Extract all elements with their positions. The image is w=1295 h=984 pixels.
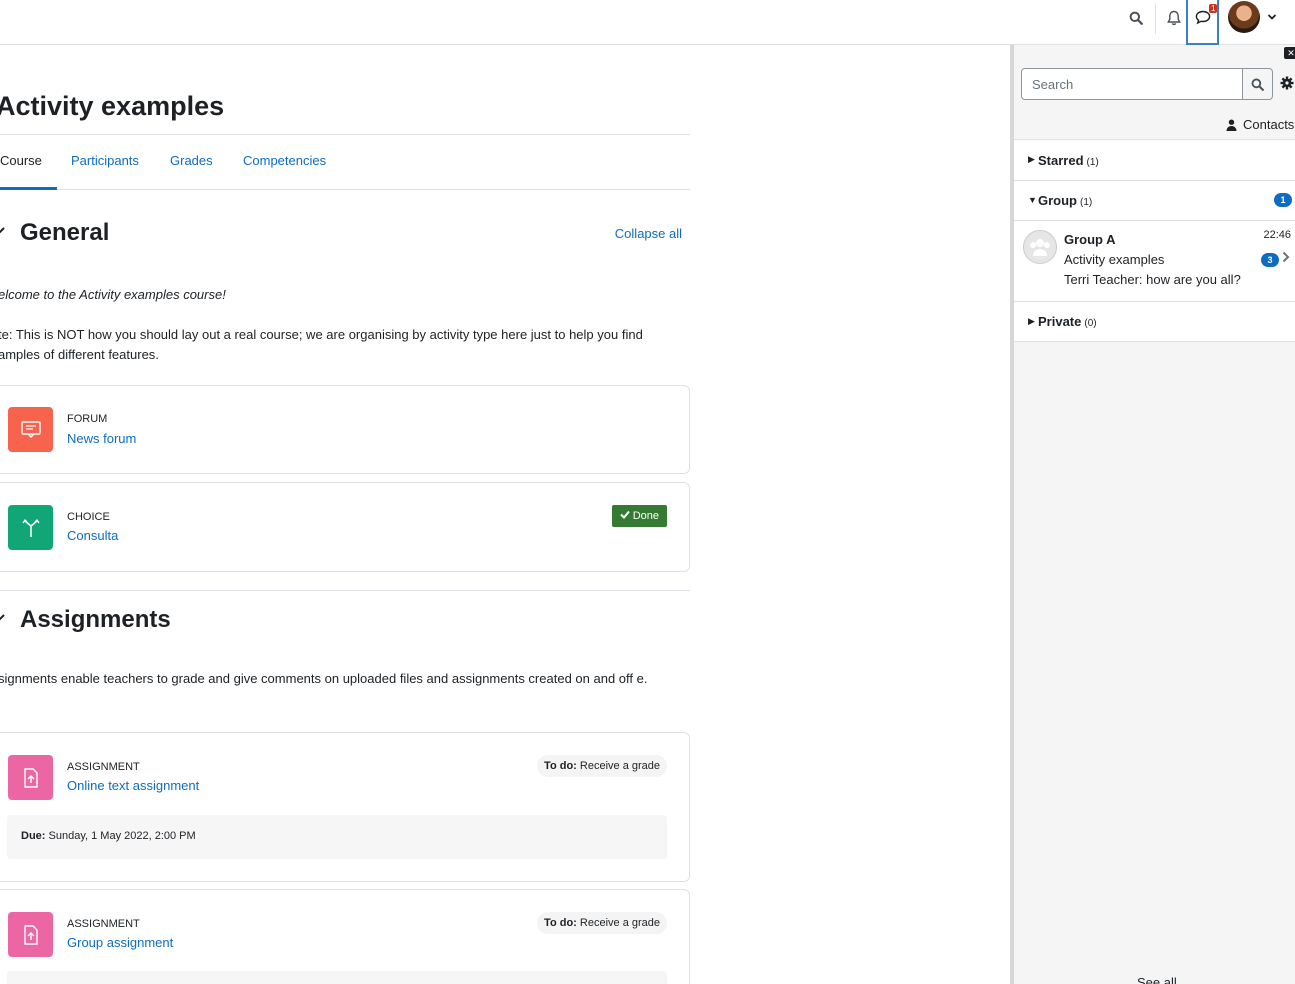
due-date-box: Due: Sunday, 1 May 2022, 2:00 PM	[7, 815, 667, 859]
conversation-unread-badge: 3	[1261, 253, 1279, 267]
course-main-content: Activity examples Course Participants Gr…	[0, 45, 1010, 984]
caret-right-icon: ▶	[1028, 316, 1035, 326]
group-toggle[interactable]: ▼ Group (1) 1	[1014, 180, 1295, 221]
conversation-item[interactable]: Group A 22:46 Activity examples Terri Te…	[1014, 220, 1295, 302]
page-title: Activity examples	[0, 91, 225, 121]
activity-assignment: ASSIGNMENT Group assignment To do: Recei…	[0, 889, 690, 984]
section-description-text: signments enable teachers to grade and g…	[0, 671, 648, 686]
check-icon	[619, 510, 630, 519]
assignment-icon	[8, 912, 53, 957]
see-all-link[interactable]: See all	[1137, 975, 1177, 984]
activity-choice: CHOICE Consulta Done	[0, 482, 690, 572]
activity-type-label: FORUM	[67, 413, 108, 425]
activity-link-online-text-assignment[interactable]: Online text assignment	[67, 778, 199, 793]
due-date-box	[7, 971, 667, 984]
chevron-down-icon	[1267, 14, 1277, 20]
private-toggle[interactable]: ▶ Private (0)	[1014, 301, 1295, 342]
course-tabs: Course Participants Grades Competencies	[0, 134, 690, 190]
section-divider	[0, 590, 690, 591]
close-icon[interactable]: ✕	[1284, 47, 1295, 59]
messages-toggle[interactable]: 1	[1186, 0, 1219, 45]
section-general-header: General Collapse all	[0, 219, 690, 249]
conversation-course: Activity examples	[1064, 252, 1165, 267]
starred-toggle[interactable]: ▶ Starred (1)	[1014, 139, 1295, 181]
forum-icon	[8, 407, 53, 452]
active-tab-indicator	[0, 187, 57, 190]
user-icon	[1226, 119, 1237, 131]
search-button[interactable]	[1242, 68, 1273, 100]
conversation-time: 22:46	[1263, 229, 1291, 241]
activity-type-label: ASSIGNMENT	[67, 761, 140, 773]
assignment-icon	[8, 755, 53, 800]
activity-type-label: ASSIGNMENT	[67, 918, 140, 930]
section-title: Assignments	[20, 606, 171, 633]
message-count-badge: 1	[1209, 4, 1218, 13]
unread-count-badge: 1	[1274, 193, 1292, 207]
tab-course[interactable]: Course	[0, 153, 42, 168]
contacts-link[interactable]: Contacts	[1226, 117, 1294, 132]
gear-icon[interactable]	[1280, 76, 1294, 93]
section-welcome-text: elcome to the Activity examples course!	[0, 287, 226, 302]
todo-badge: To do: Receive a grade	[537, 912, 667, 934]
conversation-name: Group A	[1064, 232, 1116, 247]
search-icon	[1251, 78, 1264, 91]
chevron-right-icon	[1282, 251, 1290, 266]
collapse-all-link[interactable]: Collapse all	[615, 226, 682, 241]
message-drawer: ✕ Contacts ▶ Starred(1) ▼ Group(1) 1 Gro…	[1010, 45, 1295, 984]
activity-link-group-assignment[interactable]: Group assignment	[67, 935, 173, 950]
caret-right-icon: ▶	[1028, 154, 1035, 164]
activity-assignment: ASSIGNMENT Online text assignment To do:…	[0, 732, 690, 882]
top-navbar: 1	[0, 0, 1295, 45]
todo-badge: To do: Receive a grade	[537, 755, 667, 777]
activity-link-news-forum[interactable]: News forum	[67, 431, 136, 446]
activity-link-consulta[interactable]: Consulta	[67, 528, 118, 543]
search-icon[interactable]	[1122, 4, 1150, 32]
choice-icon	[8, 505, 53, 550]
conversation-last-message: Terri Teacher: how are you all?	[1064, 272, 1241, 287]
activity-type-label: CHOICE	[67, 511, 110, 523]
completion-done-badge[interactable]: Done	[611, 505, 667, 527]
tab-participants[interactable]: Participants	[71, 153, 139, 168]
activity-forum: FORUM News forum	[0, 385, 690, 474]
notifications-bell-icon[interactable]	[1160, 4, 1188, 32]
user-menu[interactable]	[1228, 1, 1278, 33]
search-input[interactable]	[1021, 68, 1243, 100]
avatar	[1228, 1, 1260, 33]
section-collapse-icon[interactable]	[0, 223, 6, 241]
caret-down-icon: ▼	[1028, 195, 1037, 205]
section-title: General	[20, 219, 110, 246]
section-collapse-icon[interactable]	[0, 610, 6, 628]
section-note-text: te: This is NOT how you should lay out a…	[0, 327, 643, 362]
message-icon	[1195, 10, 1210, 25]
tab-grades[interactable]: Grades	[170, 153, 213, 168]
section-assignments-header: Assignments	[0, 606, 690, 636]
group-avatar-icon	[1023, 230, 1057, 264]
tab-competencies[interactable]: Competencies	[243, 153, 326, 168]
navbar-divider	[1155, 3, 1156, 34]
